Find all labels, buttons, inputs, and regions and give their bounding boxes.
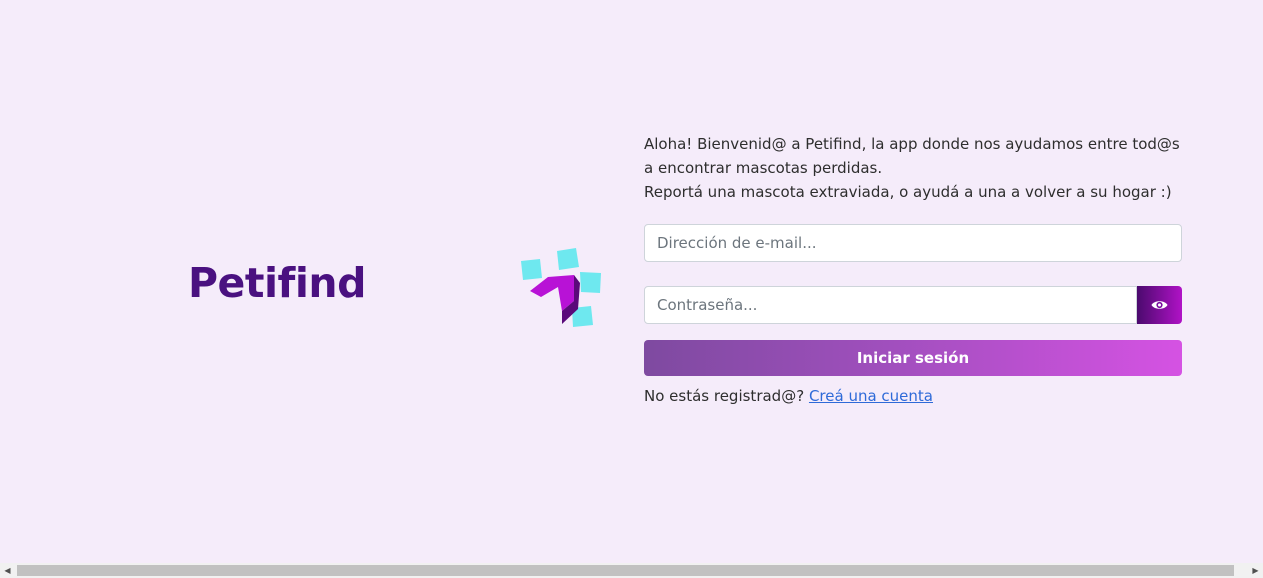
create-account-link[interactable]: Creá una cuenta (809, 387, 933, 405)
scroll-right-arrow-icon[interactable]: ▶ (1248, 563, 1263, 578)
login-form: Aloha! Bienvenid@ a Petifind, la app don… (644, 132, 1182, 405)
petifind-logo-icon (521, 248, 601, 327)
eye-icon (1151, 301, 1168, 309)
scrollbar-thumb[interactable] (17, 565, 1234, 576)
register-prompt: No estás registrad@? (644, 387, 805, 405)
show-password-button[interactable] (1137, 286, 1182, 324)
welcome-text: Aloha! Bienvenid@ a Petifind, la app don… (644, 132, 1182, 204)
horizontal-scrollbar[interactable]: ◀ ▶ (0, 563, 1263, 578)
login-button[interactable]: Iniciar sesión (644, 340, 1182, 376)
email-input[interactable] (644, 224, 1182, 262)
brand-title: Petifind (188, 259, 366, 307)
password-group (644, 286, 1182, 324)
welcome-line-1: Aloha! Bienvenid@ a Petifind, la app don… (644, 135, 1180, 177)
scroll-left-arrow-icon[interactable]: ◀ (0, 563, 15, 578)
welcome-line-2: Reportá una mascota extraviada, o ayudá … (644, 183, 1172, 201)
password-input[interactable] (644, 286, 1137, 324)
register-row: No estás registrad@? Creá una cuenta (644, 387, 1182, 405)
